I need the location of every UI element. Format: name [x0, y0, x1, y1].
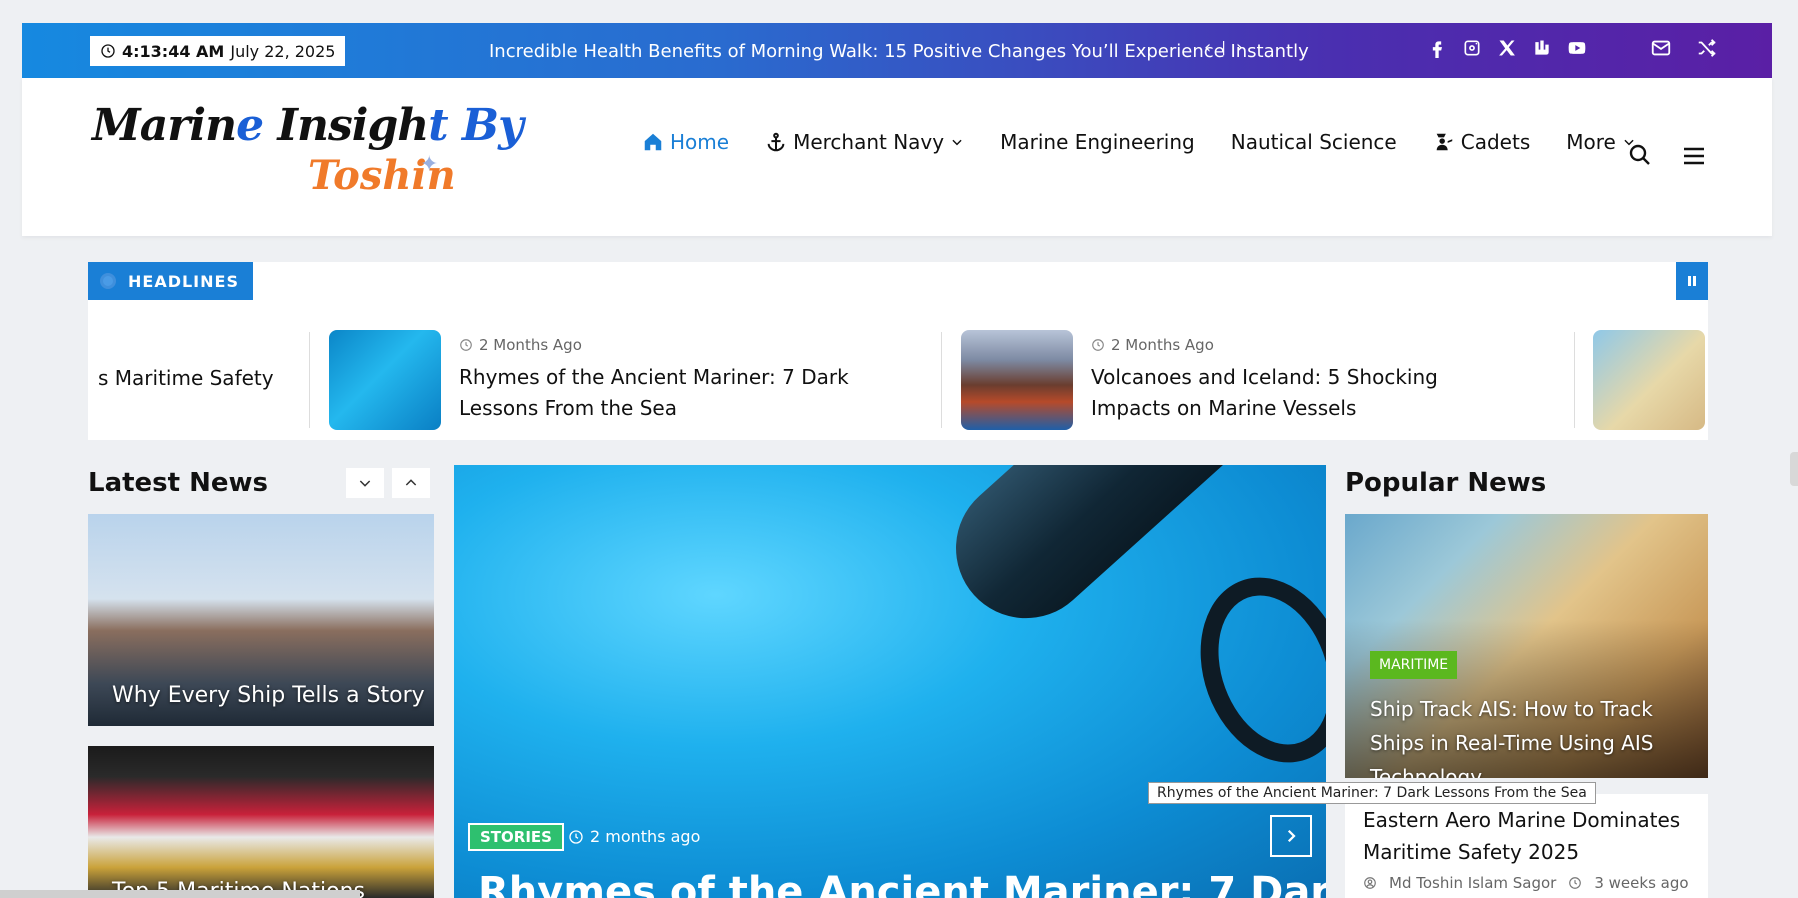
- menu-button[interactable]: [1682, 144, 1706, 172]
- nav-nautical-science[interactable]: Nautical Science: [1231, 130, 1397, 154]
- nav-marine-engineering[interactable]: Marine Engineering: [1000, 130, 1195, 154]
- clock-widget: 4:13:44 AM July 22, 2025: [90, 36, 346, 66]
- horizontal-scrollbar[interactable]: [0, 890, 360, 898]
- headlines-tag: HEADLINES: [88, 262, 253, 300]
- logo-line-1: Marine Insight By: [92, 100, 524, 151]
- headline-meta: 2 Months Ago: [459, 336, 889, 354]
- headline-meta: 2 Months Ago: [1091, 336, 1521, 354]
- latest-news-caption[interactable]: Why Every Ship Tells a Story: [112, 683, 425, 708]
- scroll-up-button[interactable]: [392, 468, 430, 498]
- ticker-nav: ‹ | ›: [1204, 37, 1243, 58]
- chevron-down-icon: [952, 139, 962, 146]
- nav-cadets[interactable]: Cadets: [1433, 130, 1530, 154]
- chevron-down-icon: [359, 480, 371, 487]
- chevron-up-icon: [405, 479, 417, 486]
- vk-icon[interactable]: [1531, 37, 1553, 59]
- hamburger-icon: [1684, 147, 1704, 165]
- instagram-icon[interactable]: [1461, 37, 1483, 59]
- breaking-ticker[interactable]: Incredible Health Benefits of Morning Wa…: [489, 41, 1309, 62]
- clock-icon: [1569, 877, 1582, 889]
- chevron-right-icon: [1287, 829, 1296, 843]
- divider: [941, 332, 942, 428]
- nav-merchant-navy[interactable]: Merchant Navy: [765, 130, 964, 154]
- category-badge[interactable]: STORIES: [468, 823, 564, 851]
- clock-date: July 22, 2025: [230, 41, 336, 61]
- latest-news-card[interactable]: Why Every Ship Tells a Story: [88, 514, 434, 726]
- cadet-icon: [1436, 133, 1452, 151]
- clock-icon: [460, 339, 472, 351]
- nav-more[interactable]: More: [1566, 130, 1636, 154]
- headline-item[interactable]: 2 Months Ago Volcanoes and Iceland: 5 Sh…: [961, 330, 1521, 430]
- ticker-next-button[interactable]: ›: [1236, 37, 1243, 58]
- latest-news-card[interactable]: Top 5 Maritime Nations: [88, 746, 434, 898]
- sparkle-icon: ✦: [420, 152, 439, 177]
- tooltip: Rhymes of the Ancient Mariner: 7 Dark Le…: [1148, 782, 1596, 804]
- x-icon[interactable]: [1496, 37, 1518, 59]
- headlines-strip: HEADLINES s Maritime Safety 2 Months Ago…: [88, 262, 1708, 440]
- headline-title[interactable]: Rhymes of the Ancient Mariner: 7 Dark Le…: [459, 362, 889, 424]
- ticker-separator: |: [1221, 39, 1226, 56]
- hero-slider[interactable]: STORIES 2 months ago Rhymes of the Ancie…: [454, 465, 1326, 898]
- top-bar: 4:13:44 AM July 22, 2025 Incredible Heal…: [22, 23, 1772, 78]
- mail-icon[interactable]: [1650, 37, 1672, 63]
- popular-news-heading: Popular News: [1345, 468, 1547, 498]
- search-icon: [1629, 144, 1650, 165]
- ticker-prev-button[interactable]: ‹: [1204, 37, 1211, 58]
- latest-news-controls: [346, 468, 430, 498]
- hero-image-ring: [1175, 556, 1326, 784]
- headline-item[interactable]: [1593, 330, 1705, 430]
- clock-icon: [101, 44, 115, 58]
- popular-news-item[interactable]: Eastern Aero Marine Dominates Maritime S…: [1345, 794, 1708, 898]
- headline-partial[interactable]: s Maritime Safety: [98, 366, 274, 390]
- pulse-dot-icon: [100, 273, 116, 289]
- headline-thumbnail[interactable]: [1593, 330, 1705, 430]
- scroll-down-button[interactable]: [346, 468, 384, 498]
- headline-thumbnail[interactable]: [961, 330, 1073, 430]
- scroll-indicator[interactable]: [1790, 452, 1798, 486]
- popular-news-caption[interactable]: Ship Track AIS: How to Track Ships in Re…: [1370, 692, 1690, 778]
- social-links: [1426, 37, 1588, 59]
- youtube-icon[interactable]: [1566, 37, 1588, 59]
- divider: [309, 332, 310, 428]
- home-icon: [644, 133, 662, 151]
- slider-next-button[interactable]: [1270, 815, 1312, 857]
- hero-time: 2 months ago: [568, 827, 700, 846]
- headline-item[interactable]: 2 Months Ago Rhymes of the Ancient Marin…: [329, 330, 889, 430]
- popular-news-title[interactable]: Eastern Aero Marine Dominates Maritime S…: [1363, 804, 1690, 868]
- search-button[interactable]: [1628, 143, 1652, 171]
- category-badge[interactable]: MARITIME: [1370, 651, 1458, 679]
- main-nav: Home Merchant Navy Marine Engineering Na…: [642, 130, 1636, 154]
- site-logo[interactable]: Marine Insight By Toshin ✦: [92, 100, 524, 210]
- popular-news-meta: Md Toshin Islam Sagor 3 weeks ago: [1363, 874, 1690, 892]
- shuffle-icon[interactable]: [1696, 37, 1718, 63]
- headline-title[interactable]: Volcanoes and Iceland: 5 Shocking Impact…: [1091, 362, 1521, 424]
- divider: [1574, 332, 1575, 428]
- popular-news-card[interactable]: MARITIME Ship Track AIS: How to Track Sh…: [1345, 514, 1708, 778]
- hero-title[interactable]: Rhymes of the Ancient Mariner: 7 Dark: [478, 869, 1326, 898]
- pause-icon: [1688, 276, 1691, 286]
- facebook-icon[interactable]: [1426, 37, 1448, 59]
- headline-thumbnail[interactable]: [329, 330, 441, 430]
- nav-home[interactable]: Home: [642, 130, 729, 154]
- clock-time: 4:13:44 AM: [122, 41, 225, 61]
- pause-button[interactable]: [1676, 262, 1708, 300]
- top-utility-icons: [1650, 37, 1718, 63]
- user-icon: [1364, 877, 1376, 889]
- site-header: Marine Insight By Toshin ✦ Home Merchant…: [22, 78, 1772, 236]
- latest-news-heading: Latest News: [88, 468, 269, 498]
- headlines-list: s Maritime Safety 2 Months Ago Rhymes of…: [88, 326, 1708, 430]
- clock-icon: [1092, 339, 1104, 351]
- clock-icon: [569, 829, 583, 844]
- anchor-icon: [767, 132, 785, 152]
